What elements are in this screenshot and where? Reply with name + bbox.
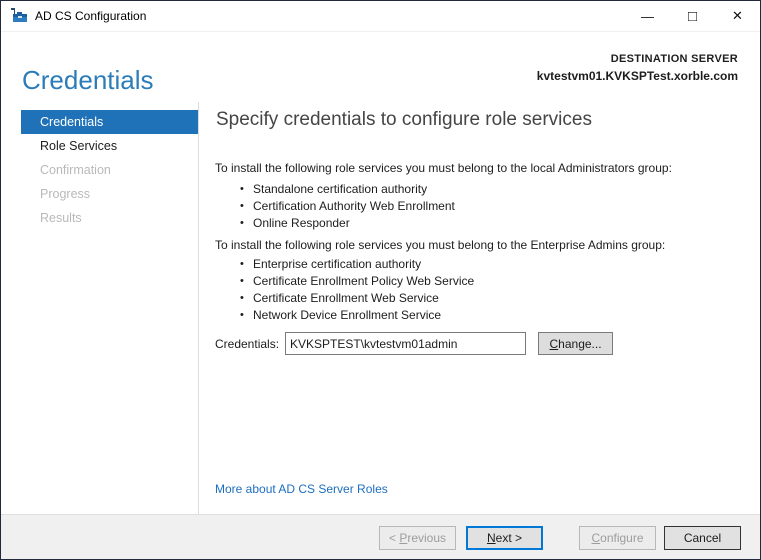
credentials-label: Credentials: [215,336,280,351]
close-button[interactable]: ✕ [715,1,760,31]
local-admins-intro: To install the following role services y… [215,161,672,175]
page-title: Credentials [22,65,154,95]
list-item: • Enterprise certification authority [240,255,474,272]
minimize-button[interactable]: — [625,1,670,31]
credentials-row: Credentials: Change... [215,332,614,355]
bullet-icon: • [240,274,244,287]
enterprise-admins-intro: To install the following role services y… [215,238,666,252]
role-service-name: Online Responder [253,215,350,230]
role-service-name: Network Device Enrollment Service [253,307,442,322]
list-item: • Online Responder [240,214,455,231]
wizard-buttons: < Previous Next > Configure Cancel [379,526,741,550]
destination-server-label: DESTINATION SERVER [610,53,738,65]
credentials-input[interactable] [285,332,527,355]
content-heading: Specify credentials to configure role se… [216,109,592,130]
local-admins-role-list: • Standalone certification authority • C… [240,180,455,231]
window-controls: — □ ✕ [625,1,760,31]
sidebar-divider [198,102,199,515]
list-item: • Network Device Enrollment Service [240,306,474,323]
sidebar-item-role-services[interactable]: Role Services [21,134,198,158]
bullet-icon: • [240,308,244,321]
bullet-icon: • [240,291,244,304]
sidebar-item-confirmation: Confirmation [40,163,111,177]
adcs-app-icon [11,8,27,22]
window-title: AD CS Configuration [35,9,147,23]
role-service-name: Certificate Enrollment Web Service [253,290,439,305]
bullet-icon: • [240,182,244,195]
role-service-name: Enterprise certification authority [253,256,422,271]
wizard-header: Credentials DESTINATION SERVER kvtestvm0… [1,33,760,102]
list-item: • Certification Authority Web Enrollment [240,197,455,214]
destination-server-block: DESTINATION SERVER kvtestvm01.KVKSPTest.… [537,53,738,83]
more-about-adcs-link[interactable]: More about AD CS Server Roles [215,482,388,496]
bullet-icon: • [240,216,244,229]
bullet-icon: • [240,199,244,212]
previous-button: < Previous [379,526,456,550]
change-credentials-button[interactable]: Change... [538,332,614,355]
sidebar-item-results: Results [40,211,82,225]
configure-button: Configure [579,526,656,550]
adcs-configuration-window: AD CS Configuration — □ ✕ Credentials DE… [0,0,761,560]
list-item: • Certificate Enrollment Web Service [240,289,474,306]
role-service-name: Certification Authority Web Enrollment [253,198,455,213]
wizard-steps-sidebar: Credentials Role Services Confirmation P… [21,110,198,230]
bullet-icon: • [240,257,244,270]
wizard-footer: < Previous Next > Configure Cancel [1,514,760,559]
destination-server-name: kvtestvm01.KVKSPTest.xorble.com [536,69,738,83]
sidebar-item-credentials[interactable]: Credentials [21,110,198,134]
list-item: • Standalone certification authority [240,180,455,197]
next-button[interactable]: Next > [466,526,543,550]
cancel-button[interactable]: Cancel [664,526,741,550]
list-item: • Certificate Enrollment Policy Web Serv… [240,272,474,289]
enterprise-admins-role-list: • Enterprise certification authority • C… [240,255,474,323]
sidebar-item-progress: Progress [40,187,91,201]
role-service-name: Certificate Enrollment Policy Web Servic… [253,273,475,288]
role-service-name: Standalone certification authority [253,181,428,196]
maximize-button[interactable]: □ [670,1,715,31]
titlebar: AD CS Configuration — □ ✕ [1,1,760,32]
